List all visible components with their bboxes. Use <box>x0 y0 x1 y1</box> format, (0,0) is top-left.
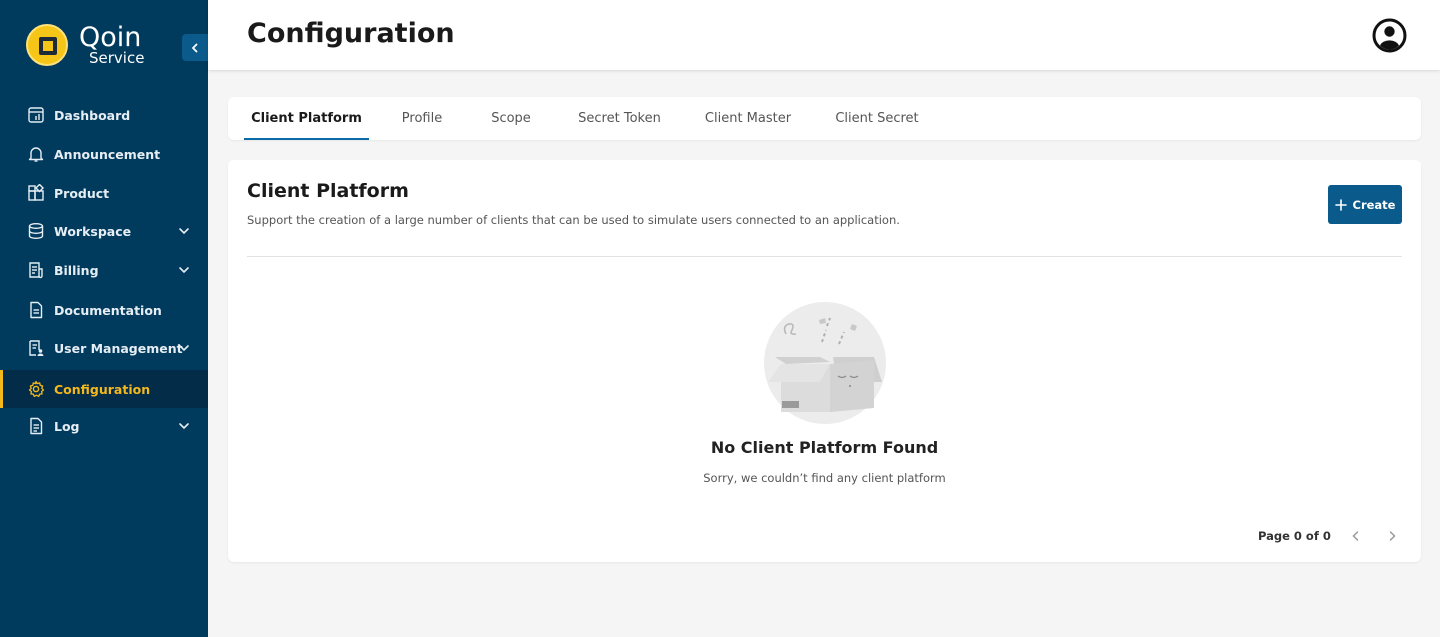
user-avatar-icon[interactable] <box>1372 18 1407 53</box>
create-button[interactable]: Create <box>1328 185 1402 224</box>
sidebar-item-label: Workspace <box>54 223 132 239</box>
qoin-logo-icon <box>26 24 68 66</box>
sidebar-item-configuration[interactable]: Configuration <box>0 370 208 408</box>
sidebar-item-product[interactable]: Product <box>0 174 208 212</box>
section-title: Client Platform <box>247 180 409 202</box>
tab-client-secret[interactable]: Client Secret <box>825 97 929 140</box>
tab-secret-token[interactable]: Secret Token <box>568 97 671 140</box>
sidebar-item-label: Billing <box>54 262 99 278</box>
sidebar-item-label: User Management <box>54 340 183 356</box>
tab-scope[interactable]: Scope <box>477 97 545 140</box>
config-tabs: Client Platform Profile Scope Secret Tok… <box>228 97 1421 140</box>
section-divider <box>247 256 1402 257</box>
plus-icon <box>1334 198 1347 211</box>
sidebar-item-label: Product <box>54 185 110 201</box>
sidebar-item-log[interactable]: Log <box>0 407 208 445</box>
product-icon <box>27 184 45 202</box>
empty-box-icon <box>764 302 886 424</box>
brand-name: Qoin <box>79 22 142 53</box>
top-header: Configuration <box>208 0 1440 70</box>
chevron-down-icon <box>179 345 189 352</box>
chevron-down-icon <box>179 423 189 430</box>
chevron-right-icon[interactable] <box>1385 529 1399 543</box>
chevron-down-icon <box>179 228 189 235</box>
sidebar-item-label: Log <box>54 418 80 434</box>
sidebar-item-workspace[interactable]: Workspace <box>0 212 208 250</box>
sidebar-item-label: Documentation <box>54 302 162 318</box>
sidebar-item-dashboard[interactable]: Dashboard <box>0 96 208 134</box>
gear-icon <box>27 380 45 398</box>
sidebar-collapse-button[interactable] <box>182 34 208 61</box>
log-icon <box>27 417 45 435</box>
pagination-label: Page 0 of 0 <box>1258 529 1331 543</box>
client-platform-panel: Client Platform Support the creation of … <box>228 160 1421 562</box>
database-icon <box>27 222 45 240</box>
chevron-left-icon[interactable] <box>1349 529 1363 543</box>
sidebar: Qoin Service Dashboard Announcement Prod… <box>0 0 208 637</box>
billing-icon <box>27 261 45 279</box>
sidebar-item-user-management[interactable]: User Management <box>0 329 208 367</box>
section-description: Support the creation of a large number o… <box>247 213 900 227</box>
brand-logo[interactable]: Qoin Service <box>26 24 144 66</box>
create-button-label: Create <box>1352 197 1396 212</box>
sidebar-item-documentation[interactable]: Documentation <box>0 291 208 329</box>
dashboard-icon <box>27 106 45 124</box>
sidebar-item-label: Announcement <box>54 146 161 162</box>
empty-state-title: No Client Platform Found <box>710 438 939 457</box>
sidebar-item-announcement[interactable]: Announcement <box>0 135 208 173</box>
brand-subname: Service <box>89 49 145 67</box>
user-management-icon <box>27 339 45 357</box>
document-icon <box>27 301 45 319</box>
sidebar-item-label: Dashboard <box>54 107 131 123</box>
chevron-down-icon <box>179 267 189 274</box>
bell-icon <box>27 145 45 163</box>
sidebar-item-label: Configuration <box>54 381 151 397</box>
tab-client-master[interactable]: Client Master <box>695 97 801 140</box>
tab-profile[interactable]: Profile <box>386 97 458 140</box>
sidebar-item-billing[interactable]: Billing <box>0 251 208 289</box>
page-title: Configuration <box>247 18 455 49</box>
chevron-left-icon <box>192 43 198 52</box>
tab-client-platform[interactable]: Client Platform <box>244 97 369 140</box>
empty-state-subtitle: Sorry, we couldn’t find any client platf… <box>703 471 946 485</box>
